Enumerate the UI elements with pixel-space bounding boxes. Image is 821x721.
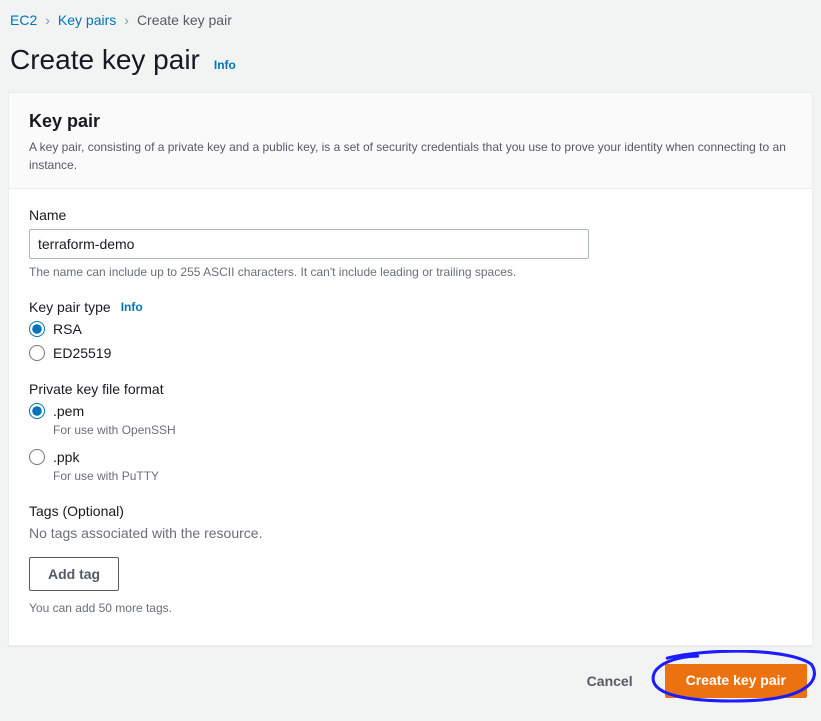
field-name: Name The name can include up to 255 ASCI… <box>29 207 792 279</box>
radio-rsa-label: RSA <box>53 321 82 337</box>
breadcrumb-keypairs[interactable]: Key pairs <box>58 12 116 28</box>
radio-pem-sub: For use with OpenSSH <box>53 423 792 437</box>
create-key-pair-button[interactable]: Create key pair <box>665 664 807 698</box>
panel-title: Key pair <box>29 111 792 132</box>
footer-actions: Cancel Create key pair <box>0 646 821 698</box>
panel-description: A key pair, consisting of a private key … <box>29 138 792 174</box>
type-label: Key pair type <box>29 299 111 315</box>
chevron-right-icon: › <box>45 12 50 28</box>
cancel-button[interactable]: Cancel <box>569 665 651 697</box>
breadcrumb-current: Create key pair <box>137 12 232 28</box>
format-label: Private key file format <box>29 381 792 397</box>
radio-ppk-row: .ppk <box>29 449 792 465</box>
tags-hint: You can add 50 more tags. <box>29 601 792 615</box>
radio-pem-label: .pem <box>53 403 84 419</box>
page-header: Create key pair Info <box>0 34 821 92</box>
radio-rsa[interactable] <box>29 321 45 337</box>
tags-label: Tags (Optional) <box>29 503 792 519</box>
field-tags: Tags (Optional) No tags associated with … <box>29 503 792 615</box>
radio-ed25519-label: ED25519 <box>53 345 111 361</box>
panel-header: Key pair A key pair, consisting of a pri… <box>9 93 812 189</box>
key-pair-panel: Key pair A key pair, consisting of a pri… <box>8 92 813 646</box>
name-label: Name <box>29 207 792 223</box>
radio-pem-row: .pem <box>29 403 792 419</box>
add-tag-button[interactable]: Add tag <box>29 557 119 591</box>
radio-ppk[interactable] <box>29 449 45 465</box>
name-hint: The name can include up to 255 ASCII cha… <box>29 265 792 279</box>
radio-ppk-sub: For use with PuTTY <box>53 469 792 483</box>
tags-empty-text: No tags associated with the resource. <box>29 525 792 541</box>
type-label-row: Key pair type Info <box>29 299 792 315</box>
radio-rsa-row: RSA <box>29 321 792 337</box>
info-link-header[interactable]: Info <box>214 58 236 72</box>
breadcrumb: EC2 › Key pairs › Create key pair <box>0 0 821 34</box>
name-input[interactable] <box>29 229 589 259</box>
chevron-right-icon: › <box>124 12 129 28</box>
radio-ed25519-row: ED25519 <box>29 345 792 361</box>
breadcrumb-ec2[interactable]: EC2 <box>10 12 37 28</box>
panel-body: Name The name can include up to 255 ASCI… <box>9 189 812 645</box>
radio-ed25519[interactable] <box>29 345 45 361</box>
field-file-format: Private key file format .pem For use wit… <box>29 381 792 483</box>
radio-pem[interactable] <box>29 403 45 419</box>
field-keypair-type: Key pair type Info RSA ED25519 <box>29 299 792 361</box>
info-link-type[interactable]: Info <box>121 300 143 314</box>
page-title: Create key pair <box>10 44 200 76</box>
radio-ppk-label: .ppk <box>53 449 79 465</box>
